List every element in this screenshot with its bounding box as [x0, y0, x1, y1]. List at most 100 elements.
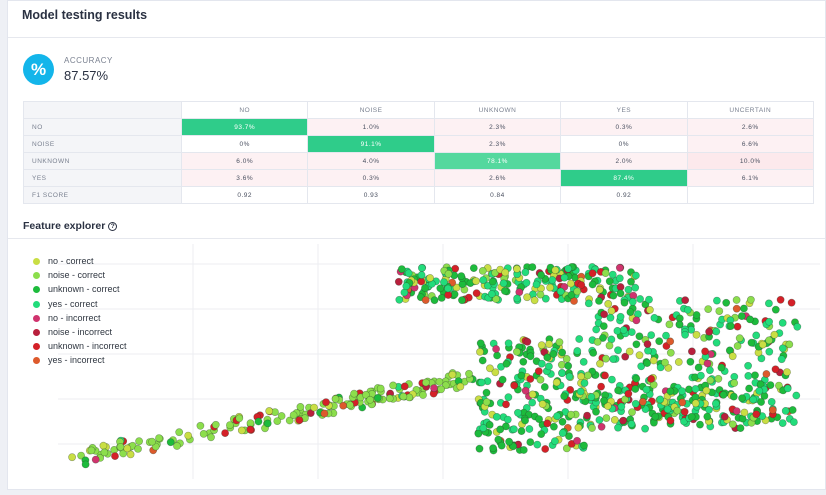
plot-point — [642, 385, 651, 394]
plot-point — [543, 419, 552, 428]
plot-point — [376, 384, 385, 393]
plot-point — [778, 319, 787, 327]
plot-point — [602, 354, 610, 363]
legend-item[interactable]: noise - incorrect — [33, 327, 127, 341]
legend-item[interactable]: unknown - incorrect — [33, 341, 127, 355]
feature-explorer-plot[interactable] — [8, 239, 825, 489]
legend-label: yes - incorrect — [48, 355, 105, 366]
plot-point — [634, 310, 642, 318]
plot-point — [635, 332, 644, 341]
plot-point — [776, 295, 785, 304]
question-circle-icon[interactable]: ? — [108, 222, 118, 231]
plot-point — [733, 342, 742, 350]
plot-point — [421, 284, 429, 292]
plot-point — [546, 283, 554, 292]
plot-point — [650, 314, 659, 322]
plot-point — [770, 330, 779, 339]
plot-point — [736, 424, 745, 432]
legend-item[interactable]: no - incorrect — [33, 313, 127, 327]
plot-point — [752, 410, 761, 419]
plot-point — [553, 412, 561, 420]
plot-point — [680, 407, 689, 416]
plot-point — [681, 296, 690, 305]
legend-label: unknown - correct — [48, 284, 120, 295]
legend-item[interactable]: yes - incorrect — [33, 355, 127, 369]
plot-point — [651, 412, 660, 421]
plot-point — [631, 283, 640, 292]
plot-point — [564, 362, 573, 370]
matrix-cell: 6.0% — [180, 152, 309, 170]
plot-point — [421, 378, 430, 387]
plot-point — [211, 420, 220, 429]
legend-swatch — [33, 343, 40, 351]
legend-item[interactable]: noise - correct — [33, 270, 127, 284]
plot-point — [781, 406, 790, 415]
plot-point — [766, 381, 775, 389]
legend-item[interactable]: unknown - correct — [33, 284, 127, 298]
plot-point — [771, 305, 780, 314]
plot-point — [616, 289, 625, 298]
plot-point — [609, 291, 618, 300]
plot-point — [350, 389, 358, 398]
plot-point — [595, 416, 604, 424]
plot-point — [521, 268, 530, 277]
column-header: NOISE — [307, 101, 435, 119]
plot-point — [583, 411, 591, 420]
matrix-cell — [686, 186, 815, 204]
plot-point — [537, 271, 545, 279]
plot-point — [448, 370, 457, 379]
plot-point — [389, 381, 397, 390]
plot-point — [619, 416, 627, 425]
plot-point — [331, 394, 340, 403]
plot-point — [556, 287, 565, 296]
plot-point — [504, 339, 513, 348]
plot-point — [558, 369, 566, 377]
plot-point — [265, 407, 274, 415]
plot-point — [788, 406, 797, 414]
legend-label: no - incorrect — [48, 312, 101, 323]
plot-point — [436, 284, 445, 293]
legend-label: noise - correct — [48, 270, 106, 281]
matrix-cell: 0.93 — [307, 186, 435, 204]
plot-point — [99, 441, 108, 450]
plot-point — [512, 264, 521, 273]
legend-item[interactable]: no - correct — [33, 256, 127, 270]
plot-point — [717, 363, 726, 372]
plot-point — [573, 287, 582, 296]
plot-point — [712, 338, 721, 347]
plot-point — [526, 352, 535, 361]
plot-point — [394, 277, 403, 286]
plot-point — [728, 420, 737, 429]
plot-point — [237, 426, 246, 435]
plot-point — [184, 431, 193, 440]
plot-point — [656, 395, 665, 404]
plot-point — [551, 266, 560, 275]
plot-point — [714, 374, 723, 383]
plot-point — [730, 379, 739, 387]
plot-point — [692, 330, 701, 339]
plot-point — [737, 312, 746, 320]
plot-point — [647, 374, 655, 383]
plot-point — [614, 346, 622, 355]
plot-point — [615, 263, 624, 272]
plot-point — [593, 338, 602, 346]
matrix-cell: 0.3% — [307, 169, 435, 187]
plot-point — [540, 383, 549, 391]
plot-point — [173, 442, 181, 450]
plot-point — [746, 315, 754, 324]
plot-point — [576, 387, 585, 396]
percent-icon: % — [23, 54, 54, 85]
plot-point — [504, 393, 513, 402]
plot-point — [606, 313, 615, 322]
plot-point — [322, 398, 330, 407]
plot-point — [728, 352, 737, 361]
plot-point — [528, 390, 537, 399]
plot-point — [521, 416, 529, 425]
plot-point — [457, 272, 466, 280]
plot-point — [528, 398, 537, 407]
legend-item[interactable]: yes - correct — [33, 299, 127, 313]
plot-point — [404, 269, 413, 278]
plot-point — [123, 444, 132, 453]
plot-point — [435, 377, 444, 386]
matrix-cell: 0.92 — [560, 186, 688, 204]
